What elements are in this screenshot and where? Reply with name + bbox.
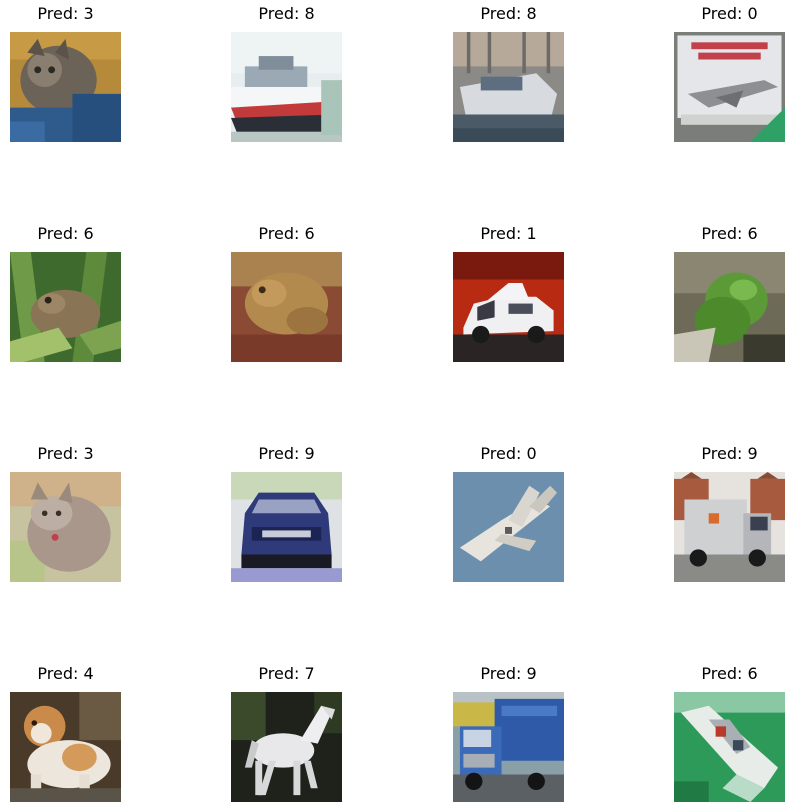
ship-image xyxy=(453,32,564,142)
cat-image xyxy=(10,32,121,142)
grid-cell: Pred: 0 xyxy=(453,442,564,582)
image-title: Pred: 6 xyxy=(701,224,758,243)
grid-cell: Pred: 6 xyxy=(10,222,121,362)
airplane-image xyxy=(674,32,785,142)
image-title: Pred: 3 xyxy=(37,444,94,463)
grid-cell: Pred: 9 xyxy=(231,442,342,582)
truck-image xyxy=(453,692,564,802)
image-title: Pred: 3 xyxy=(37,4,94,23)
frog-image xyxy=(10,252,121,362)
image-title: Pred: 0 xyxy=(480,444,537,463)
dog-image xyxy=(10,692,121,802)
grid-cell: Pred: 6 xyxy=(674,222,785,362)
grid-cell: Pred: 3 xyxy=(10,442,121,582)
cat-image xyxy=(10,472,121,582)
grid-cell: Pred: 8 xyxy=(453,2,564,142)
grid-cell: Pred: 7 xyxy=(231,662,342,802)
ship-image xyxy=(231,32,342,142)
automobile-image xyxy=(453,252,564,362)
grid-cell: Pred: 8 xyxy=(231,2,342,142)
image-title: Pred: 6 xyxy=(37,224,94,243)
image-grid-figure: Pred: 3 Pred: 8 Pred: 8 Pred: 0 Pred: 6 … xyxy=(0,0,794,812)
ship-image xyxy=(674,692,785,802)
grid-cell: Pred: 9 xyxy=(674,442,785,582)
image-title: Pred: 0 xyxy=(701,4,758,23)
image-title: Pred: 9 xyxy=(480,664,537,683)
grid-cell: Pred: 3 xyxy=(10,2,121,142)
image-title: Pred: 8 xyxy=(480,4,537,23)
grid-cell: Pred: 9 xyxy=(453,662,564,802)
image-title: Pred: 9 xyxy=(258,444,315,463)
image-title: Pred: 6 xyxy=(258,224,315,243)
horse-image xyxy=(231,692,342,802)
truck-image xyxy=(674,472,785,582)
image-title: Pred: 9 xyxy=(701,444,758,463)
image-title: Pred: 8 xyxy=(258,4,315,23)
image-title: Pred: 6 xyxy=(701,664,758,683)
grid-cell: Pred: 4 xyxy=(10,662,121,802)
frog-image xyxy=(231,252,342,362)
airplane-image xyxy=(453,472,564,582)
frog-image xyxy=(674,252,785,362)
grid-cell: Pred: 6 xyxy=(674,662,785,802)
automobile-image xyxy=(231,472,342,582)
image-title: Pred: 1 xyxy=(480,224,537,243)
image-title: Pred: 4 xyxy=(37,664,94,683)
grid-cell: Pred: 1 xyxy=(453,222,564,362)
grid-cell: Pred: 6 xyxy=(231,222,342,362)
grid-cell: Pred: 0 xyxy=(674,2,785,142)
image-title: Pred: 7 xyxy=(258,664,315,683)
